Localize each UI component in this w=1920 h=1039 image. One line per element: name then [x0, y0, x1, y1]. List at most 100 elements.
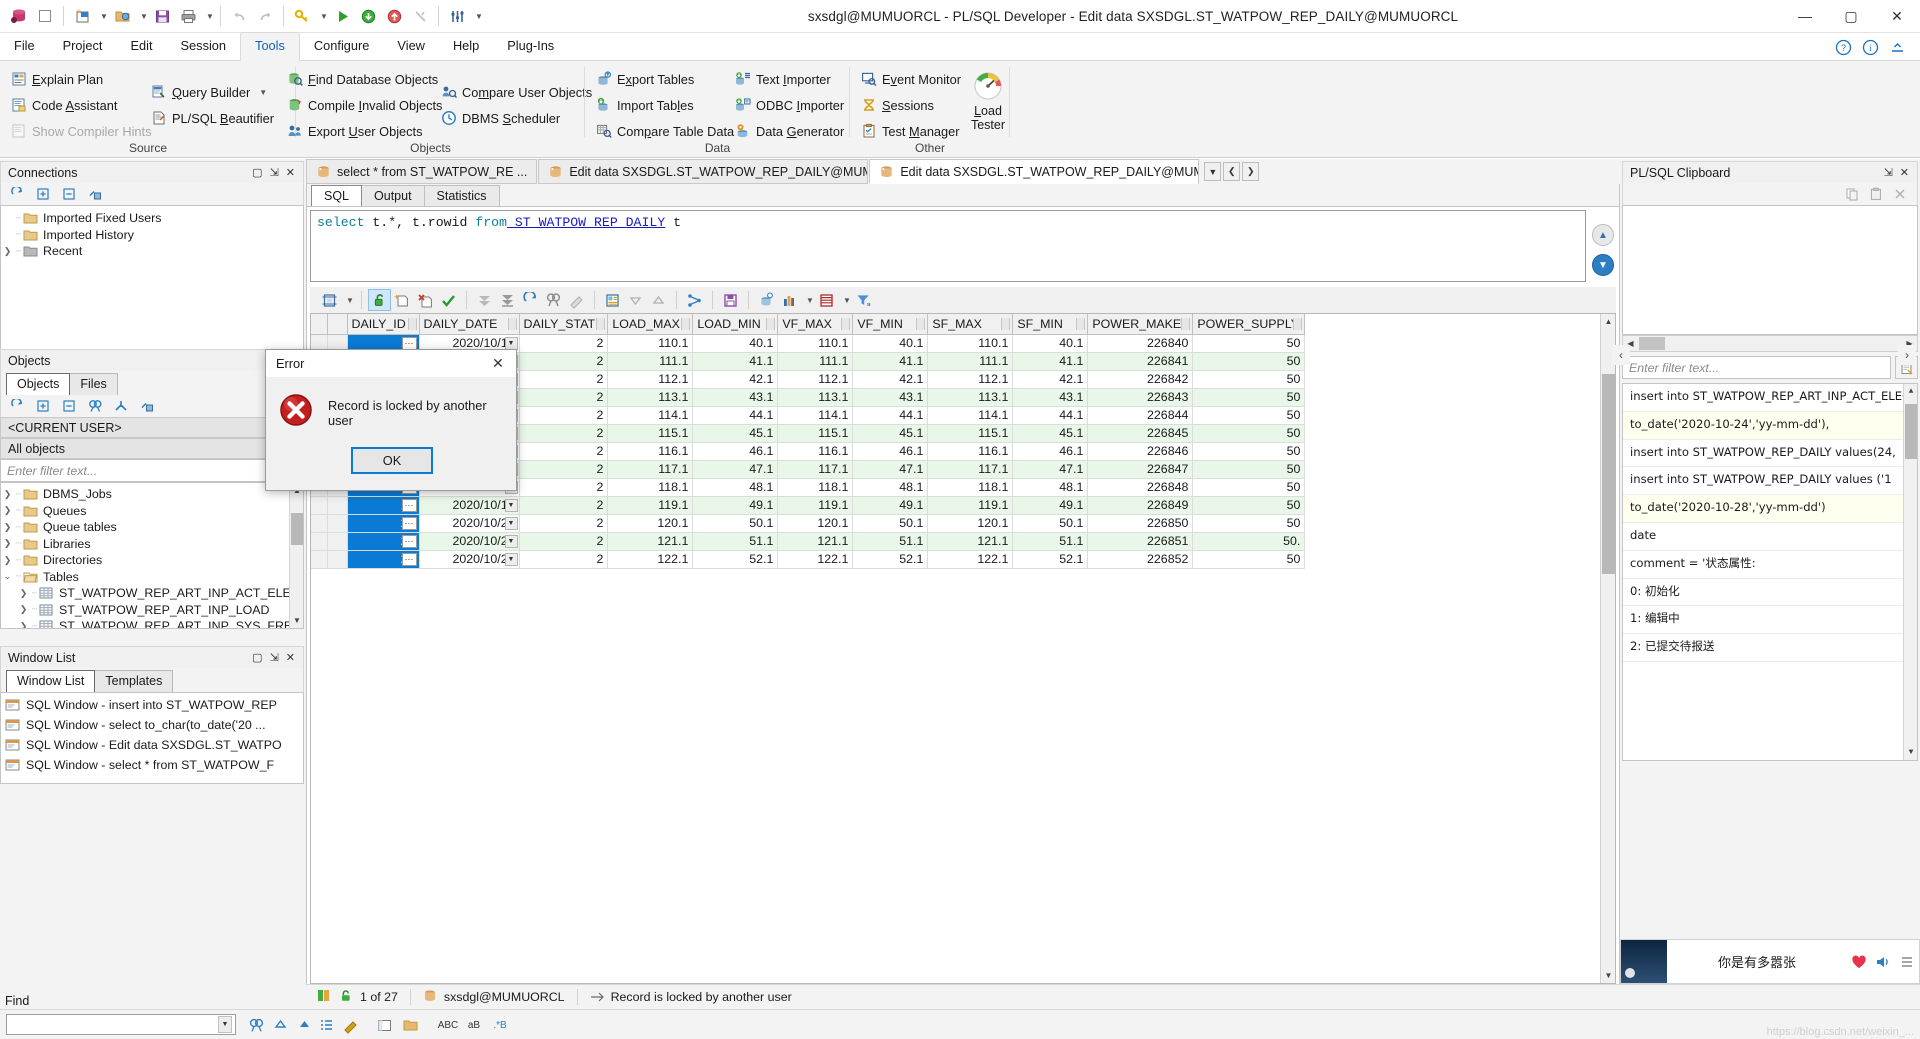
- cell-power-make[interactable]: 226850: [1087, 514, 1194, 533]
- close-button[interactable]: ✕: [1874, 0, 1920, 33]
- menu-tools[interactable]: Tools: [240, 32, 300, 61]
- cell-power-supply[interactable]: 50: [1192, 514, 1306, 533]
- editor-tabstrip[interactable]: SQL Output Statistics: [307, 184, 1619, 207]
- find-icon[interactable]: [88, 399, 102, 413]
- new-file-icon[interactable]: ✳: [69, 3, 95, 29]
- data-grid-header-row[interactable]: DAILY_ID DAILY_DATE DAILY_STATE LOAD_MAX LOA…: [311, 314, 1306, 335]
- cell-daily-date[interactable]: 2020/10/20 ▼: [419, 514, 520, 533]
- rollback-icon[interactable]: [381, 3, 407, 29]
- grid-layout-icon[interactable]: [318, 289, 341, 311]
- single-record-view-icon[interactable]: [601, 289, 624, 311]
- cell-state[interactable]: 2: [519, 406, 609, 425]
- cell-power-make[interactable]: 226843: [1087, 388, 1194, 407]
- cell-vf-min[interactable]: 49.1: [852, 496, 929, 515]
- clipboard-pin-button[interactable]: ⇲: [1884, 166, 1893, 179]
- find-history-dropdown[interactable]: ▼: [218, 1016, 232, 1033]
- clipboard-list-scroll-thumb[interactable]: [1905, 404, 1917, 459]
- row-marker[interactable]: [311, 532, 328, 551]
- print-icon[interactable]: [175, 3, 201, 29]
- window-list-item[interactable]: SQL Window - select * from ST_WATPOW_F: [1, 755, 303, 775]
- collapse-icon[interactable]: [62, 399, 76, 413]
- cell-vf-min[interactable]: 44.1: [852, 406, 929, 425]
- tree-chevron-icon[interactable]: ❯: [1, 555, 14, 566]
- mdi-tab-bar[interactable]: select * from ST_WATPOW_RE ... Edit data…: [306, 159, 1620, 184]
- session-icon[interactable]: [444, 3, 470, 29]
- cell-sf-max[interactable]: 122.1: [927, 550, 1014, 569]
- clipboard-item[interactable]: to_date('2020-10-28','yy-mm-dd'): [1623, 495, 1917, 523]
- date-dropdown-icon[interactable]: ▼: [504, 552, 518, 566]
- cell-state[interactable]: 2: [519, 334, 609, 353]
- cell-power-supply[interactable]: 50: [1192, 370, 1306, 389]
- cell-state[interactable]: 2: [519, 370, 609, 389]
- table-row[interactable]: 21···2020/10/21▼2121.151.1121.151.1121.1…: [311, 532, 1306, 551]
- find-bar[interactable]: ▼ ABC aB .*B: [0, 1009, 1920, 1039]
- grid-column-header[interactable]: POWER_SUPPLY: [1192, 314, 1306, 335]
- open-folder-icon[interactable]: [109, 3, 135, 29]
- stop-icon[interactable]: [32, 3, 58, 29]
- maximize-button[interactable]: ▢: [1828, 0, 1874, 33]
- cell-load-min[interactable]: 50.1: [692, 514, 779, 533]
- clipboard-filter-input[interactable]: Enter filter text...: [1622, 356, 1891, 379]
- column-resize-handle[interactable]: [407, 318, 417, 330]
- ribbon-compare-user-objects[interactable]: Compare User Objects: [436, 79, 597, 105]
- window-list-item[interactable]: SQL Window - Edit data SXSDGL.ST_WATPO: [1, 735, 303, 755]
- clear-icon[interactable]: [1893, 187, 1907, 201]
- grid-scroll-down-arrow[interactable]: ▼: [1601, 968, 1615, 983]
- cell-load-min[interactable]: 42.1: [692, 370, 779, 389]
- sort-asc-icon[interactable]: [647, 289, 670, 311]
- minimize-ribbon-icon[interactable]: [1889, 39, 1906, 56]
- find-input[interactable]: ▼: [6, 1014, 236, 1035]
- ribbon-plsql-beautifier[interactable]: PL/SQL Beautifier: [146, 105, 279, 131]
- find-list-icon[interactable]: [316, 1015, 336, 1035]
- cell-vf-max[interactable]: 115.1: [777, 424, 854, 443]
- clipboard-item[interactable]: insert into ST_WATPOW_REP_DAILY values(2…: [1623, 440, 1917, 468]
- clipboard-hscroll-thumb[interactable]: [1639, 337, 1665, 350]
- cell-state[interactable]: 2: [519, 496, 609, 515]
- window-list-item[interactable]: SQL Window - select to_char(to_date('20 …: [1, 715, 303, 735]
- cell-load-min[interactable]: 46.1: [692, 442, 779, 461]
- cell-power-make[interactable]: 226847: [1087, 460, 1194, 479]
- abc-icon[interactable]: ABC: [438, 1015, 459, 1035]
- cell-load-max[interactable]: 121.1: [607, 532, 694, 551]
- cell-editor-button[interactable]: ···: [401, 516, 417, 530]
- expand-icon[interactable]: [36, 399, 50, 413]
- scroll-down-arrow[interactable]: ▼: [290, 613, 303, 628]
- open-dropdown[interactable]: ▼: [135, 3, 149, 29]
- objects-scroll-thumb[interactable]: [291, 513, 303, 545]
- copy-icon[interactable]: [1845, 187, 1859, 201]
- refresh-icon[interactable]: [10, 185, 24, 201]
- speaker-icon[interactable]: [1871, 953, 1895, 971]
- cell-load-min[interactable]: 40.1: [692, 334, 779, 353]
- clipboard-item-list[interactable]: insert into ST_WATPOW_REP_ART_INP_ACT_EL…: [1622, 383, 1918, 761]
- ribbon-compile-invalid-objects[interactable]: Compile Invalid Objects: [282, 92, 447, 118]
- clipboard-item[interactable]: 2: 已提交待报送: [1623, 634, 1917, 662]
- cell-vf-max[interactable]: 110.1: [777, 334, 854, 353]
- cell-vf-min[interactable]: 50.1: [852, 514, 929, 533]
- tab-output[interactable]: Output: [361, 185, 425, 206]
- table-row[interactable]: 20···2020/10/20▼2120.150.1120.150.1120.1…: [311, 514, 1306, 533]
- tree-chevron-icon[interactable]: ⌄: [1, 571, 14, 582]
- cell-vf-min[interactable]: 40.1: [852, 334, 929, 353]
- object-tree-node[interactable]: ❯ ┄ Directories: [1, 552, 303, 569]
- tab-objects[interactable]: Objects: [6, 373, 71, 395]
- cell-power-supply[interactable]: 50: [1192, 460, 1306, 479]
- cell-load-min[interactable]: 48.1: [692, 478, 779, 497]
- cell-power-supply[interactable]: 50: [1192, 334, 1306, 353]
- cell-sf-min[interactable]: 47.1: [1012, 460, 1089, 479]
- cell-vf-max[interactable]: 112.1: [777, 370, 854, 389]
- refresh-icon[interactable]: [10, 397, 24, 413]
- menu-project[interactable]: Project: [49, 33, 117, 60]
- cell-load-max[interactable]: 117.1: [607, 460, 694, 479]
- print-dropdown[interactable]: ▼: [201, 3, 215, 29]
- cell-vf-min[interactable]: 46.1: [852, 442, 929, 461]
- cell-power-make[interactable]: 226852: [1087, 550, 1194, 569]
- table-row[interactable]: 22···2020/10/22▼2122.152.1122.152.1122.1…: [311, 550, 1306, 569]
- tree-chevron-icon[interactable]: ❯: [1, 538, 14, 549]
- cell-sf-max[interactable]: 115.1: [927, 424, 1014, 443]
- tree-chevron-icon[interactable]: ❯: [1, 505, 14, 516]
- clipboard-item[interactable]: date: [1623, 523, 1917, 551]
- cell-vf-max[interactable]: 121.1: [777, 532, 854, 551]
- menu-bar[interactable]: File Project Edit Session Tools Configur…: [0, 32, 1920, 61]
- database-icon[interactable]: [6, 3, 32, 29]
- cell-load-max[interactable]: 116.1: [607, 442, 694, 461]
